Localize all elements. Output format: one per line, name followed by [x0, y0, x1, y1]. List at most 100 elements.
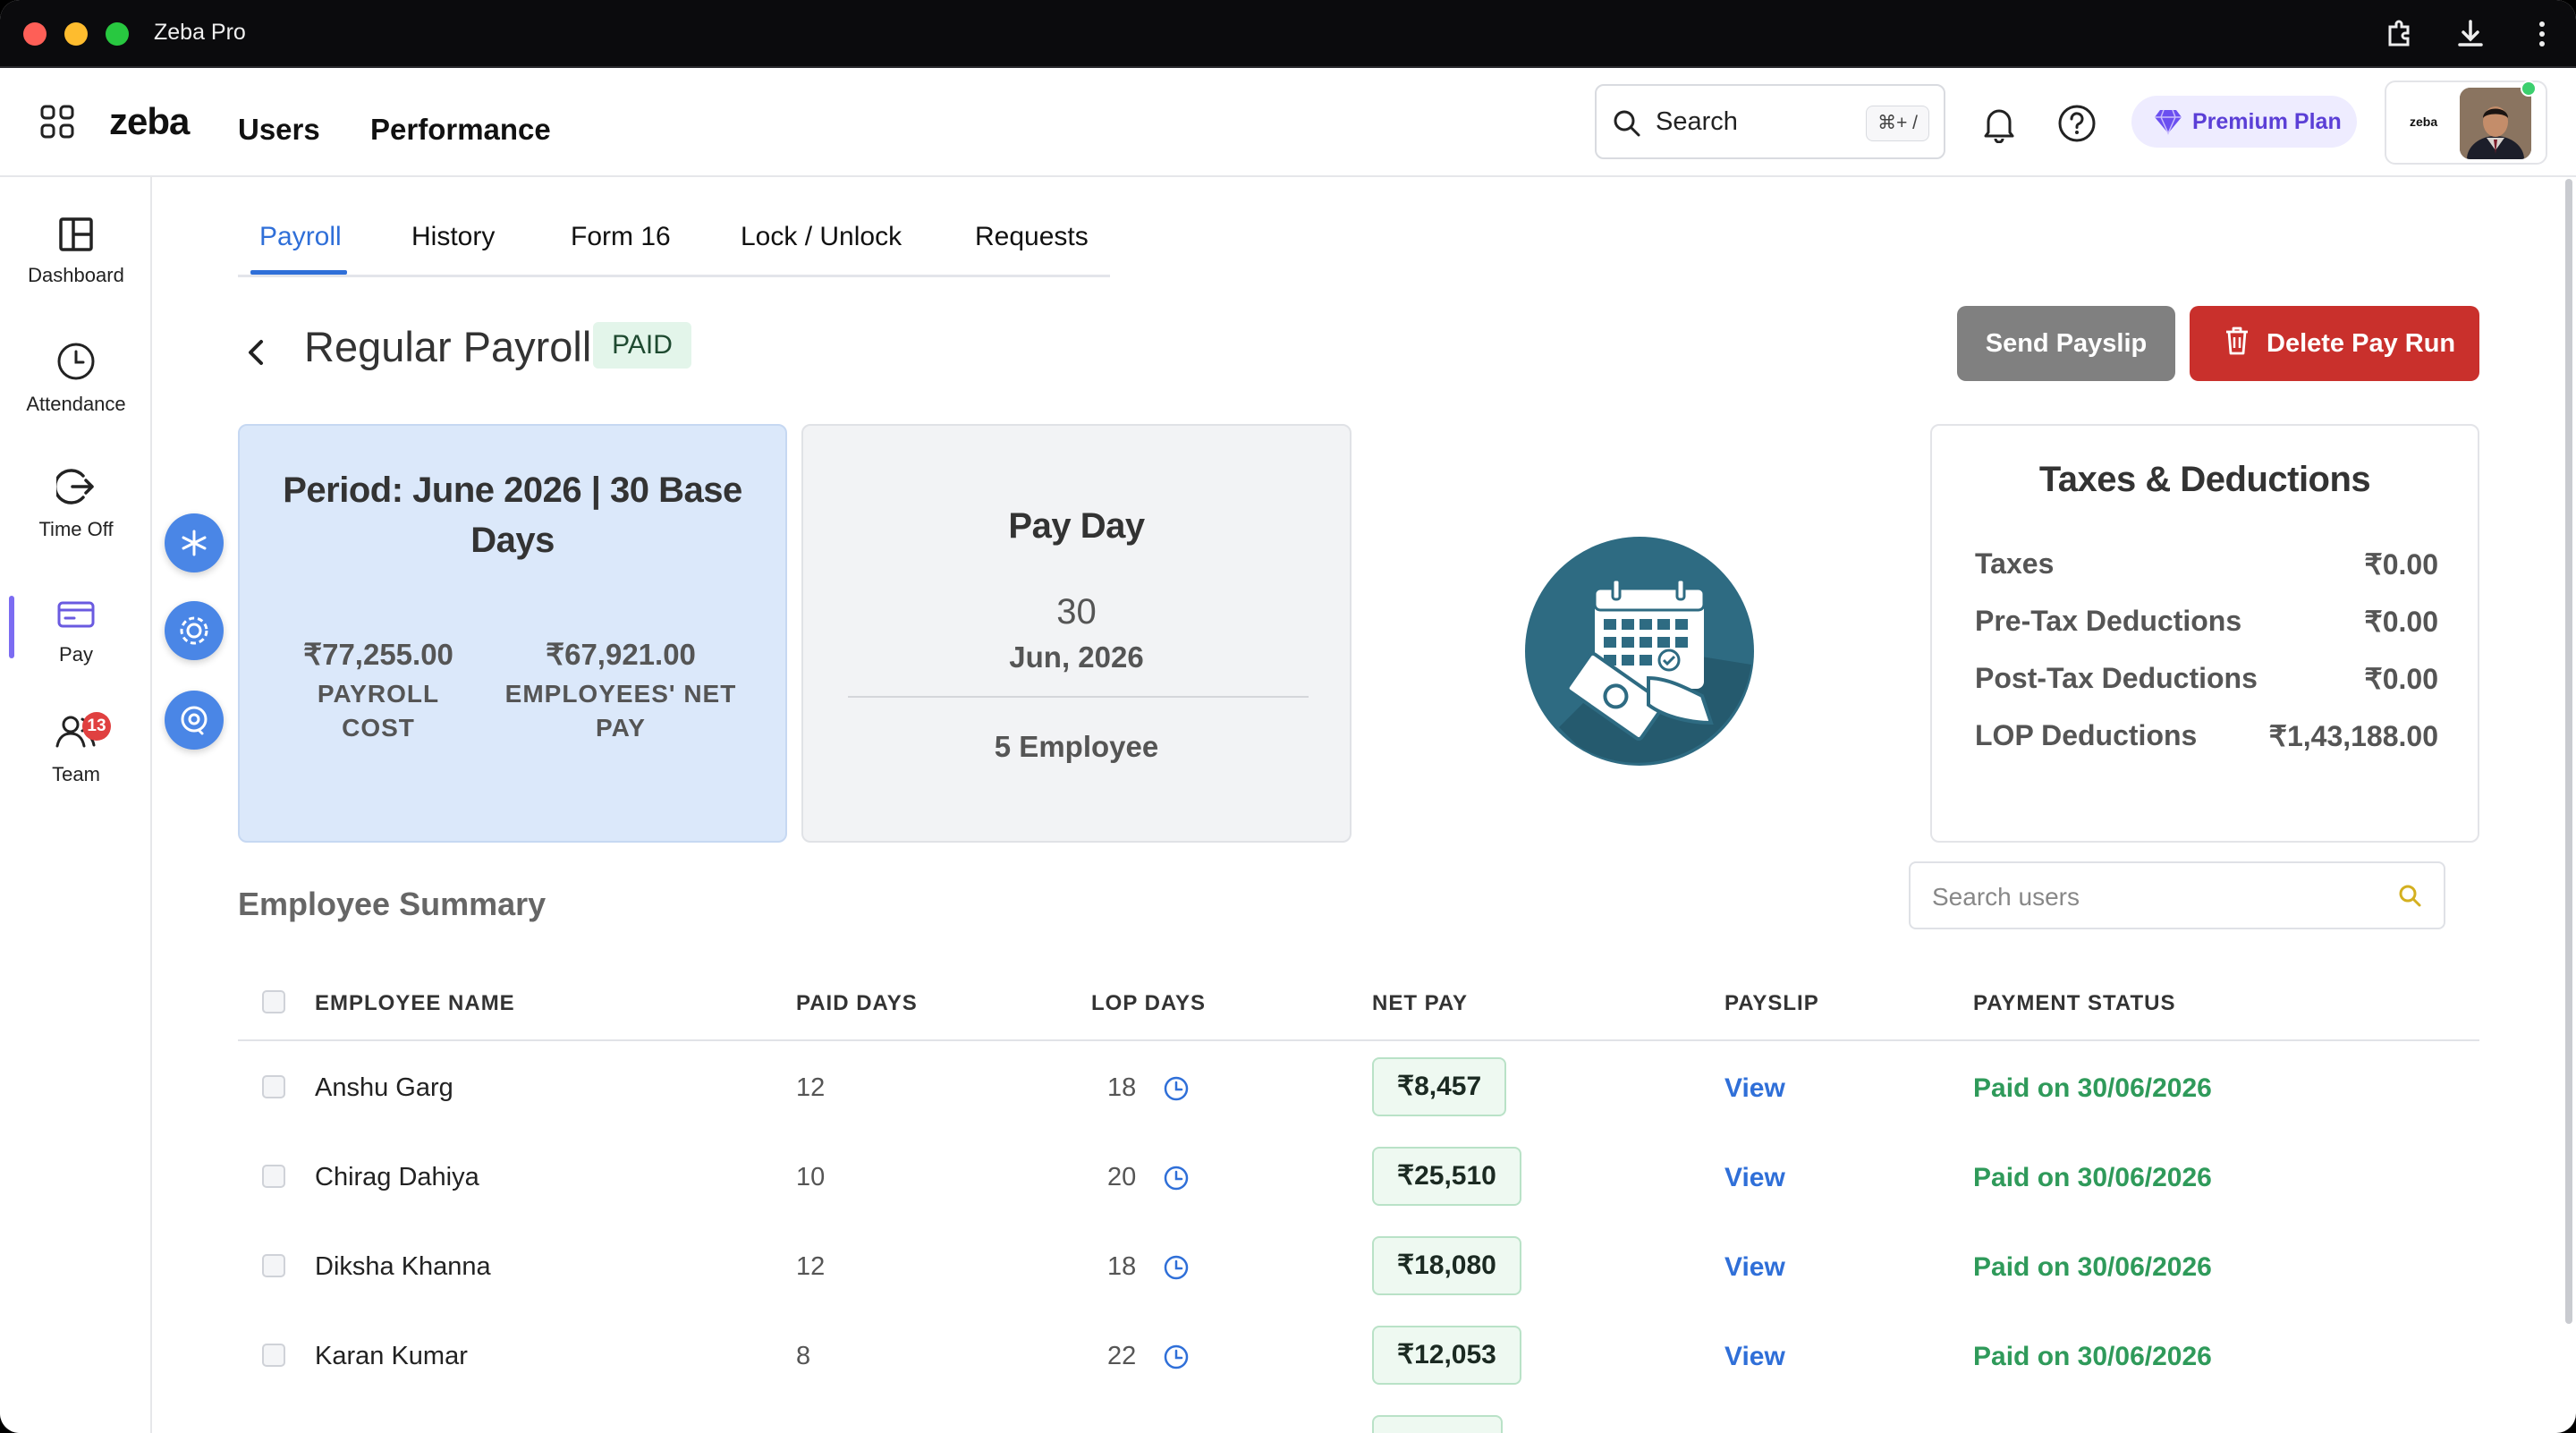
support-fab-button[interactable] [165, 691, 224, 750]
table-row: Chirag Dahiya 10 20 ₹25,510 View Paid on… [238, 1131, 2479, 1220]
bell-icon[interactable] [1980, 104, 2018, 143]
zeba-logo[interactable]: zeba [109, 100, 190, 143]
search-label: Search [1656, 107, 1738, 136]
search-users-placeholder: Search users [1932, 883, 2080, 911]
net-pay-label: EMPLOYEES' NET PAY [504, 680, 737, 742]
table-row: Anshu Garg 12 18 ₹8,457 View Paid on 30/… [238, 1041, 2479, 1131]
view-payslip-link[interactable]: View [1724, 1163, 1785, 1193]
payroll-cost-value: ₹77,255.00 [303, 638, 453, 671]
dashboard-icon [59, 217, 93, 251]
clock-icon[interactable] [1163, 1254, 1190, 1281]
search-users-input[interactable]: Search users [1909, 861, 2445, 929]
zoom-window-button[interactable] [106, 22, 129, 46]
sidebar-label-dashboard: Dashboard [28, 264, 124, 286]
page-title: Regular Payroll [304, 323, 592, 370]
row-checkbox[interactable] [262, 1254, 285, 1277]
net-pay-pill: ₹8,457 [1372, 1057, 1507, 1116]
help-icon[interactable] [2057, 104, 2097, 143]
minimize-window-button[interactable] [64, 22, 88, 46]
paid-days: 10 [796, 1163, 826, 1191]
apps-grid-icon[interactable] [39, 104, 75, 140]
send-payslip-button[interactable]: Send Payslip [1957, 306, 2175, 381]
employee-name[interactable]: Diksha Khanna [315, 1252, 491, 1282]
sidebar-item-dashboard[interactable]: Dashboard [0, 216, 152, 287]
lop-label: LOP Deductions [1975, 719, 2198, 751]
view-payslip-link[interactable]: View [1724, 1342, 1785, 1372]
tab-history[interactable]: History [411, 222, 495, 252]
sidebar-item-attendance[interactable]: Attendance [0, 342, 152, 416]
sidebar-item-pay[interactable]: Pay [0, 596, 152, 666]
nav-performance[interactable]: Performance [370, 113, 551, 147]
clock-icon[interactable] [1163, 1165, 1190, 1191]
net-pay-pill: ₹12,053 [1372, 1326, 1521, 1385]
user-avatar-image [2460, 88, 2531, 159]
download-icon[interactable] [2453, 16, 2488, 52]
employee-name[interactable]: Karan Kumar [315, 1342, 468, 1371]
col-payment-status[interactable]: PAYMENT STATUS [1973, 991, 2175, 1016]
taxes-label: Taxes [1975, 547, 2055, 580]
select-all-checkbox[interactable] [262, 990, 285, 1013]
employee-name[interactable]: Chirag Dahiya [315, 1163, 479, 1192]
status-badge: PAID [593, 322, 691, 369]
active-tab-underline [250, 270, 347, 275]
premium-plan-button[interactable]: Premium Plan [2131, 96, 2357, 148]
search-icon [1614, 110, 1640, 137]
view-payslip-link[interactable]: View [1724, 1073, 1785, 1104]
settings-fab-button[interactable] [165, 601, 224, 660]
tab-form-16[interactable]: Form 16 [571, 222, 671, 252]
col-employee-name[interactable]: EMPLOYEE NAME [315, 991, 515, 1016]
nav-users[interactable]: Users [238, 113, 320, 147]
row-checkbox[interactable] [262, 1165, 285, 1188]
period-card: Period: June 2026 | 30 Base Days ₹77,255… [238, 424, 787, 843]
payment-status: Paid on 30/06/2026 [1973, 1163, 2212, 1192]
payment-status: Paid on 30/06/2026 [1973, 1342, 2212, 1371]
col-payslip[interactable]: PAYSLIP [1724, 991, 1819, 1016]
pay-day-number: 30 [1056, 592, 1097, 632]
taxes-deductions-card: Taxes & Deductions Taxes ₹0.00 Pre-Tax D… [1930, 424, 2479, 843]
net-pay-pill: ₹18,080 [1372, 1236, 1521, 1295]
employee-count: 5 Employee [994, 730, 1159, 763]
app-window: Zeba Pro zeba Users Performance Search ⌘… [0, 0, 2576, 1433]
col-net-pay[interactable]: NET PAY [1372, 991, 1468, 1016]
page-scrollbar[interactable] [2565, 179, 2572, 1324]
pre-tax-label: Pre-Tax Deductions [1975, 605, 2242, 637]
team-badge: 13 [82, 712, 111, 741]
tab-requests[interactable]: Requests [975, 222, 1089, 252]
view-payslip-link[interactable]: View [1724, 1252, 1785, 1283]
employee-name[interactable]: Anshu Garg [315, 1073, 453, 1103]
global-search[interactable]: Search ⌘+ / [1595, 84, 1945, 159]
col-paid-days[interactable]: PAID DAYS [796, 991, 918, 1016]
title-bar: Zeba Pro [0, 0, 2576, 68]
clock-icon[interactable] [1163, 1075, 1190, 1102]
sidebar-label-team: Team [52, 763, 100, 785]
sparkle-icon [182, 530, 207, 556]
payroll-cost-label: PAYROLL COST [317, 680, 440, 742]
col-lop-days[interactable]: LOP DAYS [1091, 991, 1206, 1016]
org-logo: zeba [2410, 114, 2438, 129]
post-tax-value: ₹0.00 [2364, 663, 2438, 695]
back-arrow-icon[interactable] [242, 335, 268, 370]
lop-days: 22 [1107, 1342, 1137, 1370]
pay-day-month: Jun, 2026 [1009, 640, 1144, 674]
premium-plan-label: Premium Plan [2192, 109, 2342, 134]
search-shortcut: ⌘+ / [1866, 106, 1929, 141]
sidebar-item-team[interactable]: 13 Team [0, 712, 152, 786]
extension-icon[interactable] [2381, 16, 2417, 52]
quick-action-button[interactable] [165, 513, 224, 572]
taxes-row: Taxes ₹0.00 [1975, 547, 2438, 581]
profile-menu[interactable]: zeba [2385, 81, 2547, 165]
tab-payroll[interactable]: Payroll [259, 222, 342, 252]
more-vertical-icon[interactable] [2524, 16, 2560, 52]
row-checkbox[interactable] [262, 1344, 285, 1367]
sidebar-item-time-off[interactable]: Time Off [0, 467, 152, 541]
delete-pay-run-button[interactable]: Delete Pay Run [2190, 306, 2479, 381]
clock-icon[interactable] [1163, 1344, 1190, 1370]
row-checkbox[interactable] [262, 1075, 285, 1098]
lop-days: 18 [1107, 1252, 1137, 1281]
sidebar-label-pay: Pay [59, 643, 93, 666]
close-window-button[interactable] [23, 22, 47, 46]
lop-days: 18 [1107, 1073, 1137, 1102]
net-pay-stat: ₹67,921.00 EMPLOYEES' NET PAY [487, 637, 755, 745]
payment-calendar-illustration [1525, 537, 1754, 766]
tab-lock-unlock[interactable]: Lock / Unlock [741, 222, 902, 252]
